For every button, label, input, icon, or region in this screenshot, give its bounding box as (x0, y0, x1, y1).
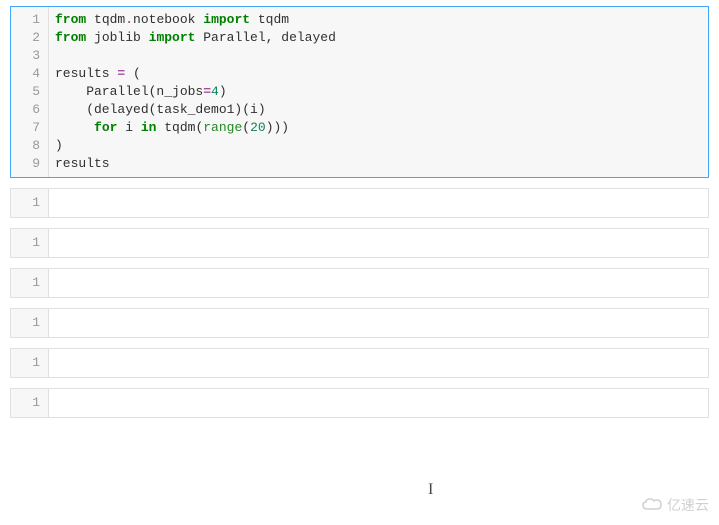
watermark-text: 亿速云 (667, 495, 709, 515)
code-cell-empty[interactable]: 1 (10, 188, 709, 218)
code-cell-main[interactable]: 123456789 from tqdm.notebook import tqdm… (10, 6, 709, 178)
line-number: 1 (11, 234, 48, 252)
code-editor[interactable]: from tqdm.notebook import tqdmfrom jobli… (49, 7, 708, 177)
code-line[interactable]: results = ( (55, 65, 702, 83)
line-number-gutter: 1 (11, 349, 49, 377)
line-number: 5 (11, 83, 48, 101)
line-number-gutter: 1 (11, 189, 49, 217)
line-number: 1 (11, 11, 48, 29)
line-number: 2 (11, 29, 48, 47)
line-number: 8 (11, 137, 48, 155)
watermark: 亿速云 (641, 495, 709, 515)
line-number: 1 (11, 354, 48, 372)
code-editor[interactable] (49, 389, 708, 417)
code-line[interactable]: ) (55, 137, 702, 155)
line-number: 1 (11, 394, 48, 412)
line-number: 1 (11, 194, 48, 212)
code-editor[interactable] (49, 229, 708, 257)
line-number-gutter: 1 (11, 309, 49, 337)
code-cell-empty[interactable]: 1 (10, 388, 709, 418)
line-number: 7 (11, 119, 48, 137)
line-number: 6 (11, 101, 48, 119)
line-number: 1 (11, 314, 48, 332)
code-cell-empty[interactable]: 1 (10, 228, 709, 258)
code-line[interactable] (55, 47, 702, 65)
line-number-gutter: 1 (11, 229, 49, 257)
code-editor[interactable] (49, 349, 708, 377)
line-number: 4 (11, 65, 48, 83)
code-cell-empty[interactable]: 1 (10, 268, 709, 298)
code-line[interactable]: from tqdm.notebook import tqdm (55, 11, 702, 29)
line-number: 9 (11, 155, 48, 173)
code-line[interactable]: (delayed(task_demo1)(i) (55, 101, 702, 119)
code-cell-empty[interactable]: 1 (10, 308, 709, 338)
cloud-icon (641, 497, 663, 514)
code-line[interactable]: for i in tqdm(range(20))) (55, 119, 702, 137)
empty-cells-container: 1 1 1 1 1 1 (0, 188, 719, 418)
line-number-gutter: 1 (11, 389, 49, 417)
line-number: 3 (11, 47, 48, 65)
code-editor[interactable] (49, 269, 708, 297)
code-editor[interactable] (49, 189, 708, 217)
code-line[interactable]: from joblib import Parallel, delayed (55, 29, 702, 47)
code-cell-empty[interactable]: 1 (10, 348, 709, 378)
line-number-gutter: 1 (11, 269, 49, 297)
code-editor[interactable] (49, 309, 708, 337)
line-number: 1 (11, 274, 48, 292)
code-line[interactable]: results (55, 155, 702, 173)
line-number-gutter: 123456789 (11, 7, 49, 177)
text-cursor-icon: I (428, 481, 433, 499)
code-line[interactable]: Parallel(n_jobs=4) (55, 83, 702, 101)
